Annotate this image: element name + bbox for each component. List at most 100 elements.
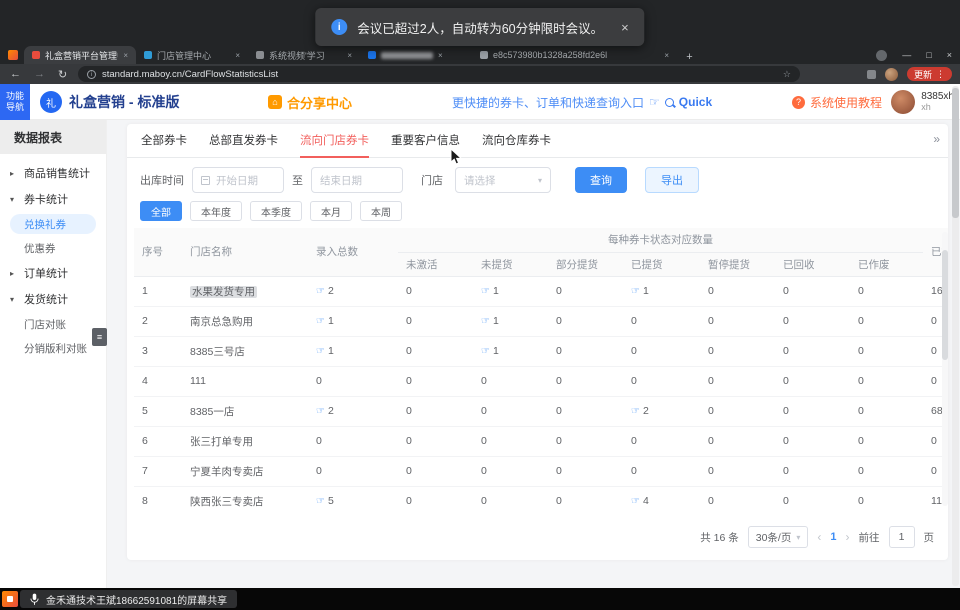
pointer-icon: ☞ (481, 346, 490, 357)
table-scrollbar[interactable] (942, 232, 948, 506)
maximize-icon[interactable]: □ (926, 50, 931, 60)
card-tab[interactable]: 流向门店券卡 (300, 124, 369, 158)
forward-icon[interactable]: → (34, 68, 45, 80)
back-icon[interactable]: ← (10, 68, 21, 80)
prev-page-icon[interactable]: ‹ (817, 530, 821, 544)
store-name: 8385一店 (190, 406, 234, 418)
quick-filter-button[interactable]: 本周 (360, 201, 402, 221)
quick-filter-button[interactable]: 本月 (310, 201, 352, 221)
store-name-cell: 宁夏羊肉专卖店 (182, 456, 308, 486)
card-tab[interactable]: 全部券卡 (141, 124, 187, 158)
card-tab[interactable]: 流向仓库券卡 (482, 124, 551, 158)
sidebar-item[interactable]: ▸商品销售统计 (0, 160, 106, 186)
collapse-chevrons-icon[interactable]: » (933, 132, 940, 146)
store-name-cell: 8385三号店 (182, 336, 308, 366)
tab-close-icon[interactable]: × (664, 51, 669, 60)
browser-tab[interactable]: 系统视频'学习× (248, 46, 360, 64)
linked-count[interactable]: ☞2 (631, 405, 649, 417)
sidebar-subitem[interactable]: 分销版利对账 (0, 336, 106, 360)
tutorial-link[interactable]: ? 系统使用教程 (792, 84, 882, 120)
new-tab-button[interactable]: + (682, 49, 697, 64)
page-size-select[interactable]: 30条/页 ▾ (748, 526, 809, 548)
card-tab[interactable]: 总部直发券卡 (209, 124, 278, 158)
linked-count[interactable]: ☞1 (316, 345, 334, 357)
sidebar-collapse-handle[interactable]: ≡ (92, 328, 107, 346)
store-name: 111 (190, 375, 206, 387)
share-center-icon: ⌂ (268, 95, 282, 109)
extensions-icon[interactable] (867, 70, 876, 79)
taskbar-app-icon[interactable] (2, 591, 18, 607)
status-count-cell: 0 (850, 486, 923, 510)
function-nav-toggle[interactable]: 功能 导航 (0, 84, 30, 120)
linked-count[interactable]: ☞2 (316, 285, 334, 297)
quick-filter-button[interactable]: 本季度 (250, 201, 302, 221)
tab-title: 礼盒营销平台管理中心 (45, 49, 118, 62)
linked-count[interactable]: ☞1 (316, 315, 334, 327)
browser-avatar-icon[interactable] (885, 68, 898, 81)
url-text: standard.maboy.cn/CardFlowStatisticsList (102, 69, 278, 80)
site-info-icon[interactable]: i (87, 70, 96, 79)
linked-count[interactable]: ☞1 (481, 285, 499, 297)
linked-count[interactable]: ☞4 (631, 495, 649, 507)
browser-tab[interactable]: × (360, 46, 472, 64)
quick-filter-button[interactable]: 全部 (140, 201, 182, 221)
quick-filter-button[interactable]: 本年度 (190, 201, 242, 221)
bookmark-star-icon[interactable]: ☆ (783, 69, 791, 80)
linked-count[interactable]: ☞1 (631, 285, 649, 297)
share-center-link[interactable]: ⌂ 合分享中心 (268, 84, 352, 120)
browser-tab[interactable]: 礼盒营销平台管理中心 × (24, 46, 136, 64)
pointer-icon: ☞ (631, 286, 640, 297)
sidebar-subitem[interactable]: 兑换礼券 (10, 214, 96, 234)
status-count-cell: 0 (398, 396, 473, 426)
user-menu[interactable]: 8385xh xh (891, 84, 954, 120)
tab-close-icon[interactable]: × (438, 51, 443, 60)
browser-tab[interactable]: 门店管理中心 × (136, 46, 248, 64)
status-count-cell: 0 (775, 486, 850, 510)
sidebar-subitem[interactable]: 门店对账 (0, 312, 106, 336)
table-scrollbar-thumb[interactable] (942, 250, 948, 360)
store-select[interactable]: 请选择 ▾ (455, 167, 551, 193)
next-page-icon[interactable]: › (846, 530, 850, 544)
start-date-input[interactable]: 开始日期 (192, 167, 284, 193)
status-count-cell: 0 (548, 366, 623, 396)
status-count-cell: 0 (700, 486, 775, 510)
status-count-cell: 0 (398, 276, 473, 306)
table-row: 8陕西张三专卖店☞5000☞40001152 (134, 486, 948, 510)
status-count-cell: 0 (548, 276, 623, 306)
status-count-cell: 0 (623, 426, 700, 456)
page-scrollbar-thumb[interactable] (952, 88, 959, 218)
minimize-icon[interactable]: — (902, 50, 911, 60)
sidebar-title: 数据报表 (0, 120, 106, 154)
address-bar[interactable]: i standard.maboy.cn/CardFlowStatisticsLi… (78, 66, 800, 82)
toast-close-icon[interactable]: × (621, 20, 629, 35)
browser-profile-icon[interactable] (876, 50, 887, 61)
linked-count[interactable]: ☞5 (316, 495, 334, 507)
linked-count[interactable]: ☞1 (481, 315, 499, 327)
export-button[interactable]: 导出 (645, 167, 699, 193)
end-date-input[interactable]: 结束日期 (311, 167, 403, 193)
goto-page-input[interactable]: 1 (889, 526, 915, 548)
browser-tab[interactable]: e8c573980b1328a258fd2e6l× (472, 46, 677, 64)
status-count-cell: 0 (775, 306, 850, 336)
sidebar: 数据报表 ▸商品销售统计▾券卡统计兑换礼券优惠券▸订单统计▾发货统计门店对账分销… (0, 120, 107, 588)
sidebar-item[interactable]: ▸订单统计 (0, 260, 106, 286)
total-count-cell: 0 (308, 456, 398, 486)
page-scrollbar[interactable] (952, 86, 959, 586)
reload-icon[interactable]: ↻ (58, 68, 67, 81)
close-icon[interactable]: × (947, 50, 952, 60)
quick-entry-link[interactable]: 更快捷的券卡、订单和快递查询入口 ☞ Quick (452, 84, 712, 120)
tab-title: 门店管理中心 (157, 49, 230, 62)
tab-close-icon[interactable]: × (123, 51, 128, 60)
kebab-menu-icon[interactable]: ⋮ (936, 69, 945, 80)
sidebar-subitem[interactable]: 优惠券 (0, 236, 106, 260)
sidebar-item[interactable]: ▾券卡统计 (0, 186, 106, 212)
linked-count[interactable]: ☞2 (316, 405, 334, 417)
tab-close-icon[interactable]: × (235, 51, 240, 60)
tab-close-icon[interactable]: × (347, 51, 352, 60)
linked-count[interactable]: ☞1 (481, 345, 499, 357)
mouse-cursor-icon (450, 148, 463, 171)
browser-update-button[interactable]: 更新 ⋮ (907, 67, 952, 81)
search-button[interactable]: 查询 (575, 167, 627, 193)
current-page[interactable]: 1 (830, 531, 836, 543)
sidebar-item[interactable]: ▾发货统计 (0, 286, 106, 312)
